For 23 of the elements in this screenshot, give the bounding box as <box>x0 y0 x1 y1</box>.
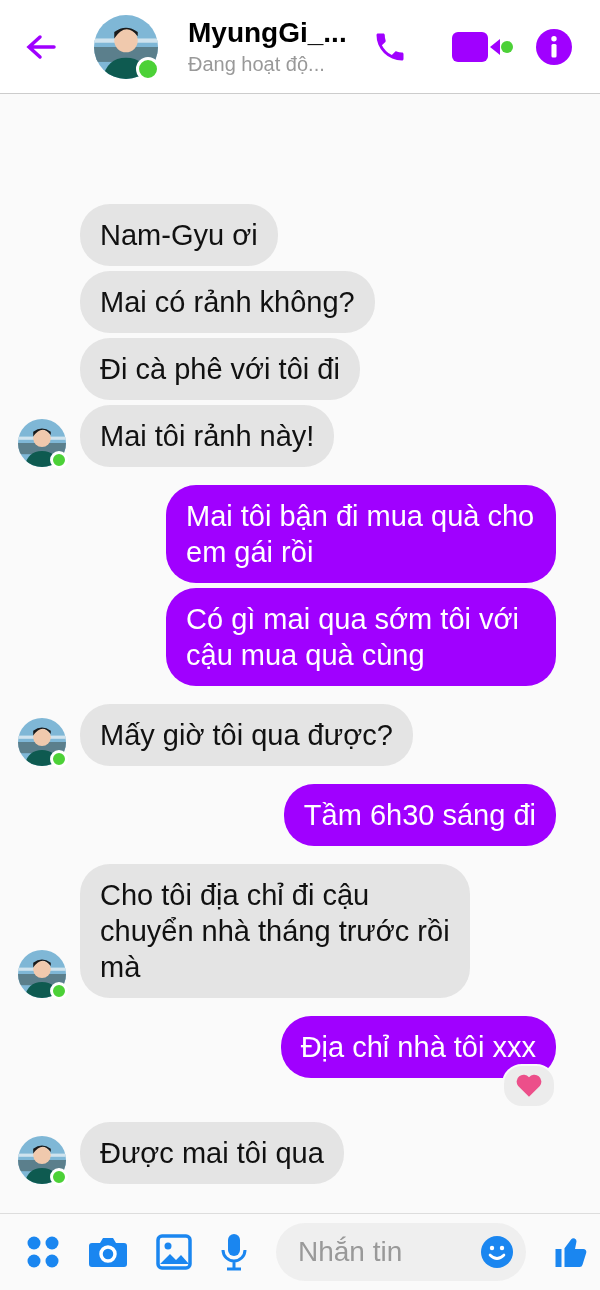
active-status: Đang hoạt độ... <box>188 53 326 76</box>
emoji-icon[interactable] <box>480 1235 514 1269</box>
message-bubble: Địa chỉ nhà tôi xxx <box>280 1016 556 1078</box>
heart-icon <box>516 1074 542 1098</box>
message-bubble: Mấy giờ tôi qua được? <box>80 704 413 766</box>
microphone-icon[interactable] <box>220 1233 248 1271</box>
message-bubble: Tầm 6h30 sáng đi <box>283 784 556 846</box>
message-bubble: Có gì mai qua sớm tôi với cậu mua quà cùng <box>166 588 556 686</box>
apps-icon[interactable] <box>26 1235 60 1269</box>
contact-name: MyungGi_... <box>188 17 348 49</box>
info-icon[interactable] <box>536 28 572 65</box>
message-bubble: Mai tôi bận đi mua quà cho em gái rồi <box>166 485 556 583</box>
message-bubble: Mai tôi rảnh này! <box>80 405 335 467</box>
message-bubble: Đi cà phê với tôi đi <box>80 338 360 400</box>
camera-icon[interactable] <box>88 1235 128 1269</box>
message-bubble: Cho tôi địa chỉ đi cậu chuyển nhà tháng trước rồi mà <box>80 864 470 998</box>
message-bubble: Nam-Gyu ơi <box>80 204 278 266</box>
message-bubble: Được mai tôi qua <box>80 1122 344 1184</box>
back-arrow-icon[interactable] <box>26 33 56 60</box>
message-bubble: Mai có rảnh không? <box>80 271 375 333</box>
message-input-field[interactable]: Nhắn tin <box>276 1223 526 1281</box>
image-icon[interactable] <box>156 1234 192 1270</box>
video-camera-icon[interactable] <box>452 29 514 64</box>
